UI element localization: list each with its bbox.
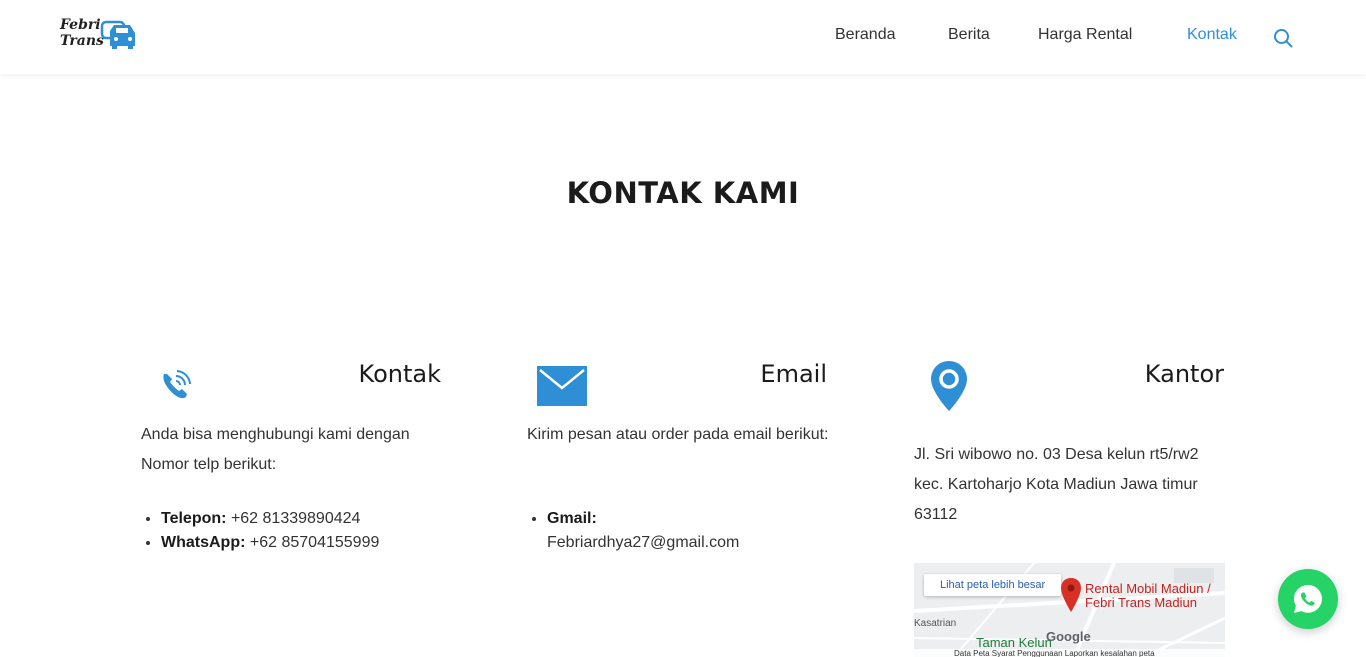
email-section: Email Kirim pesan atau order pada email … [527, 356, 847, 656]
site-logo[interactable]: Febri Trans [60, 17, 140, 57]
location-pin-icon [931, 361, 967, 411]
nav-item-kontak[interactable]: Kontak [1187, 26, 1237, 44]
map-footer[interactable]: Data Peta Syarat Penggunaan Laporkan kes… [914, 649, 1225, 657]
kontak-list: Telepon: +62 81339890424 WhatsApp: +62 8… [161, 507, 461, 555]
list-item: Telepon: +62 81339890424 [161, 507, 461, 531]
whatsapp-chat-button[interactable] [1278, 569, 1338, 629]
kontak-description: Anda bisa menghubungi kami dengan Nomor … [141, 426, 410, 473]
kontak-section: Kontak Anda bisa menghubungi kami dengan… [141, 356, 461, 656]
kantor-address: Jl. Sri wibowo no. 03 Desa kelun rt5/rw2… [914, 446, 1199, 523]
map-pin-icon[interactable] [1060, 577, 1082, 613]
email-heading: Email [760, 360, 827, 388]
search-icon[interactable] [1273, 28, 1293, 48]
phone-icon [163, 370, 191, 399]
gmail-value[interactable]: Febriardhya27@gmail.com [547, 534, 739, 551]
embedded-map[interactable]: Lihat peta lebih besar Rental Mobil Madi… [914, 563, 1225, 657]
logo-line-1: Febri [60, 17, 101, 33]
kontak-heading: Kontak [358, 360, 441, 388]
nav-item-berita[interactable]: Berita [948, 26, 990, 44]
map-area-label: Kasatrian [914, 618, 957, 629]
envelope-icon [537, 366, 587, 406]
whatsapp-icon [1294, 585, 1322, 613]
telepon-label: Telepon: [161, 510, 227, 527]
nav-item-beranda[interactable]: Beranda [835, 26, 896, 44]
google-logo: Google [1046, 629, 1091, 644]
kantor-heading: Kantor [1144, 360, 1224, 388]
logo-line-2: Trans [60, 33, 104, 49]
whatsapp-label: WhatsApp: [161, 534, 246, 551]
map-area-label: Taman Kelun [976, 635, 1052, 650]
list-item: WhatsApp: +62 85704155999 [161, 531, 461, 555]
list-item: Gmail: Febriardhya27@gmail.com [547, 507, 847, 555]
gmail-label: Gmail: [547, 510, 597, 527]
email-description: Kirim pesan atau order pada email beriku… [527, 426, 829, 443]
whatsapp-value: +62 85704155999 [249, 534, 380, 551]
page-title: KONTAK KAMI [566, 176, 800, 210]
view-larger-map-button[interactable]: Lihat peta lebih besar [924, 574, 1062, 596]
logo-text: Febri Trans [60, 17, 104, 49]
nav-item-harga-rental[interactable]: Harga Rental [1038, 26, 1132, 44]
telepon-value: +62 81339890424 [230, 510, 361, 527]
site-header: Febri Trans Beranda Berita Harga Rental … [0, 0, 1366, 74]
email-list: Gmail: Febriardhya27@gmail.com [547, 507, 847, 555]
map-place-name[interactable]: Rental Mobil Madiun / Febri Trans Madiun [1085, 582, 1225, 610]
car-icon [100, 20, 135, 49]
